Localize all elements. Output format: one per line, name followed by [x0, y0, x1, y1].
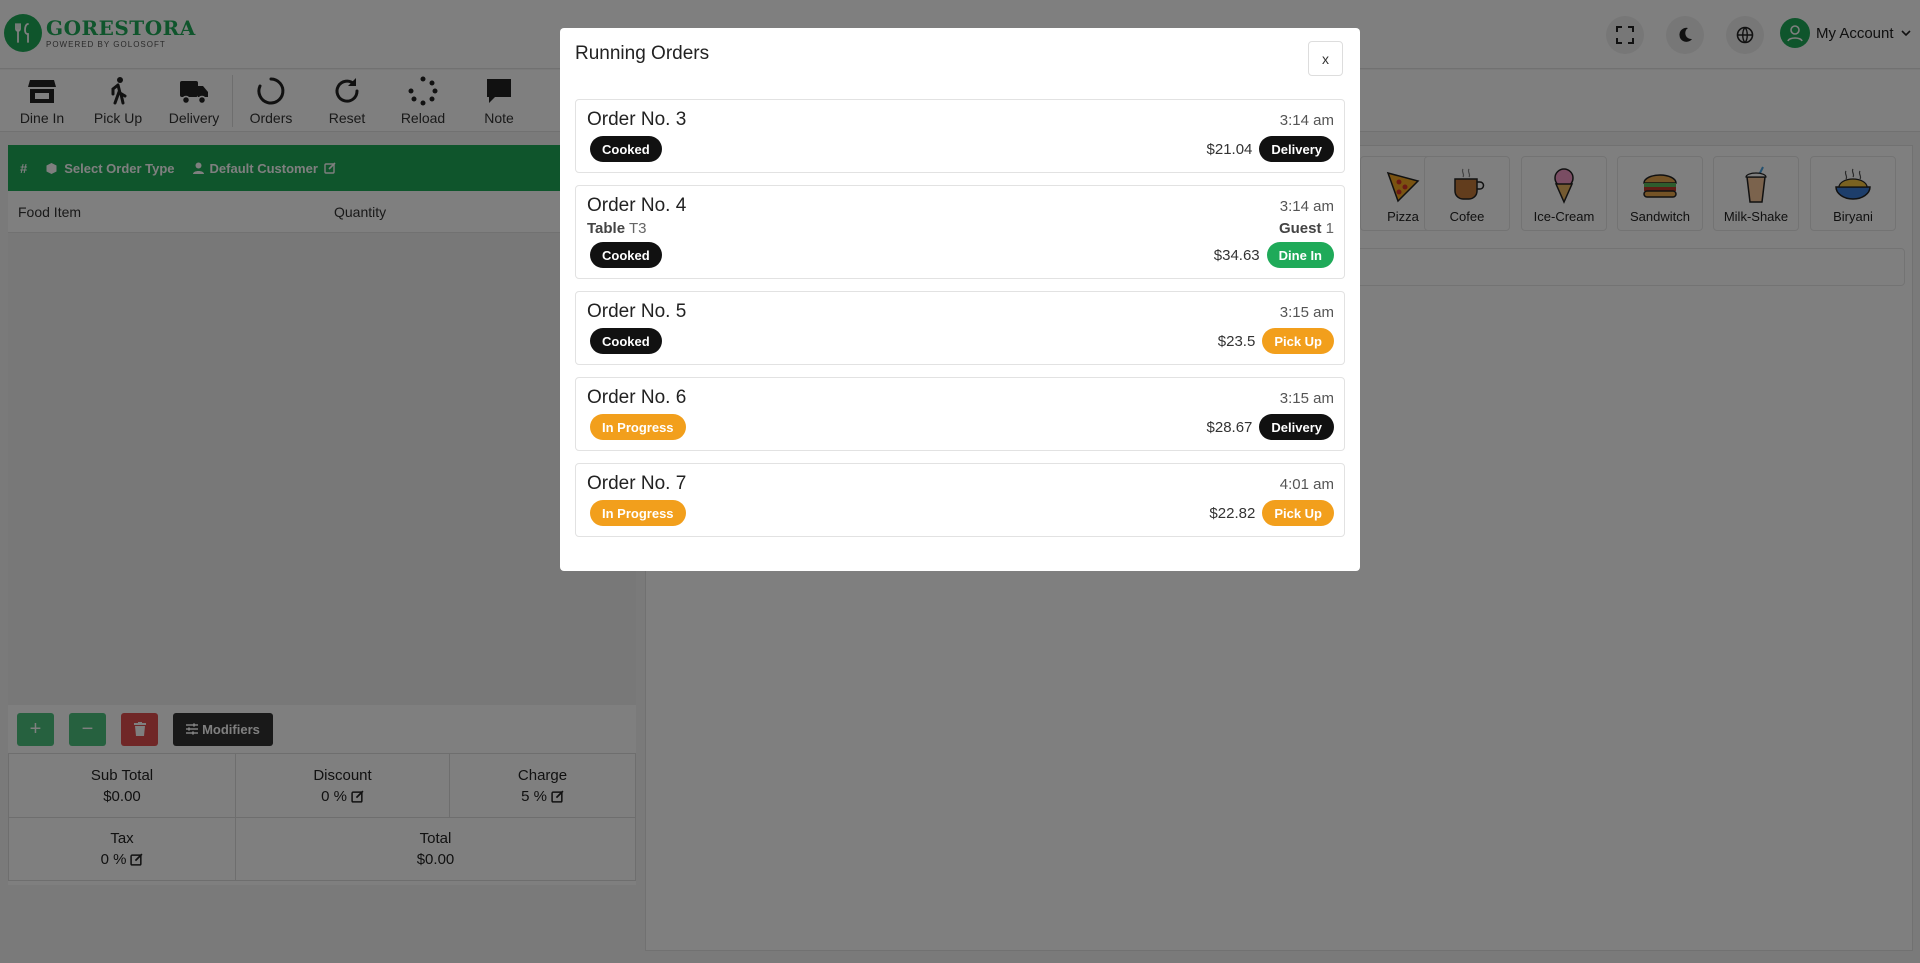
order-amount: $21.04 [1206, 140, 1253, 158]
order-card[interactable]: Order No. 6 3:15 am In Progress $28.67 D… [575, 377, 1345, 451]
order-title: Order No. 5 [587, 301, 687, 322]
order-type-badge: Delivery [1259, 136, 1334, 162]
order-time: 3:15 am [1279, 390, 1334, 407]
order-title: Order No. 4 [587, 195, 687, 216]
order-title: Order No. 7 [587, 473, 687, 494]
running-orders-modal: Running Orders x Order No. 3 3:14 am Coo… [560, 28, 1360, 571]
order-time: 3:14 am [1279, 198, 1334, 215]
order-title: Order No. 6 [587, 387, 687, 408]
order-table: Table T3 [587, 220, 647, 237]
order-type-badge: Pick Up [1262, 328, 1334, 354]
order-card[interactable]: Order No. 3 3:14 am Cooked $21.04 Delive… [575, 99, 1345, 173]
order-type-badge: Delivery [1259, 414, 1334, 440]
modal-header: Running Orders x [560, 28, 1360, 98]
order-type-badge: Pick Up [1262, 500, 1334, 526]
close-button[interactable]: x [1308, 41, 1343, 76]
status-badge: In Progress [590, 500, 686, 526]
status-badge: Cooked [590, 242, 662, 268]
order-amount: $23.5 [1217, 332, 1256, 350]
order-amount: $28.67 [1206, 418, 1253, 436]
order-amount: $34.63 [1213, 246, 1260, 264]
order-time: 3:14 am [1279, 112, 1334, 129]
status-badge: In Progress [590, 414, 686, 440]
order-type-badge: Dine In [1266, 242, 1334, 268]
order-card[interactable]: Order No. 7 4:01 am In Progress $22.82 P… [575, 463, 1345, 537]
status-badge: Cooked [590, 136, 662, 162]
order-card[interactable]: Order No. 5 3:15 am Cooked $23.5 Pick Up [575, 291, 1345, 365]
order-time: 4:01 am [1279, 476, 1334, 493]
order-title: Order No. 3 [587, 109, 687, 130]
order-amount: $22.82 [1209, 504, 1256, 522]
status-badge: Cooked [590, 328, 662, 354]
modal-title: Running Orders [575, 43, 710, 64]
order-guest: Guest 1 [1278, 220, 1334, 237]
running-orders-list: Order No. 3 3:14 am Cooked $21.04 Delive… [575, 99, 1345, 549]
order-card[interactable]: Order No. 4 3:14 am Table T3 Guest 1 Coo… [575, 185, 1345, 279]
order-time: 3:15 am [1279, 304, 1334, 321]
